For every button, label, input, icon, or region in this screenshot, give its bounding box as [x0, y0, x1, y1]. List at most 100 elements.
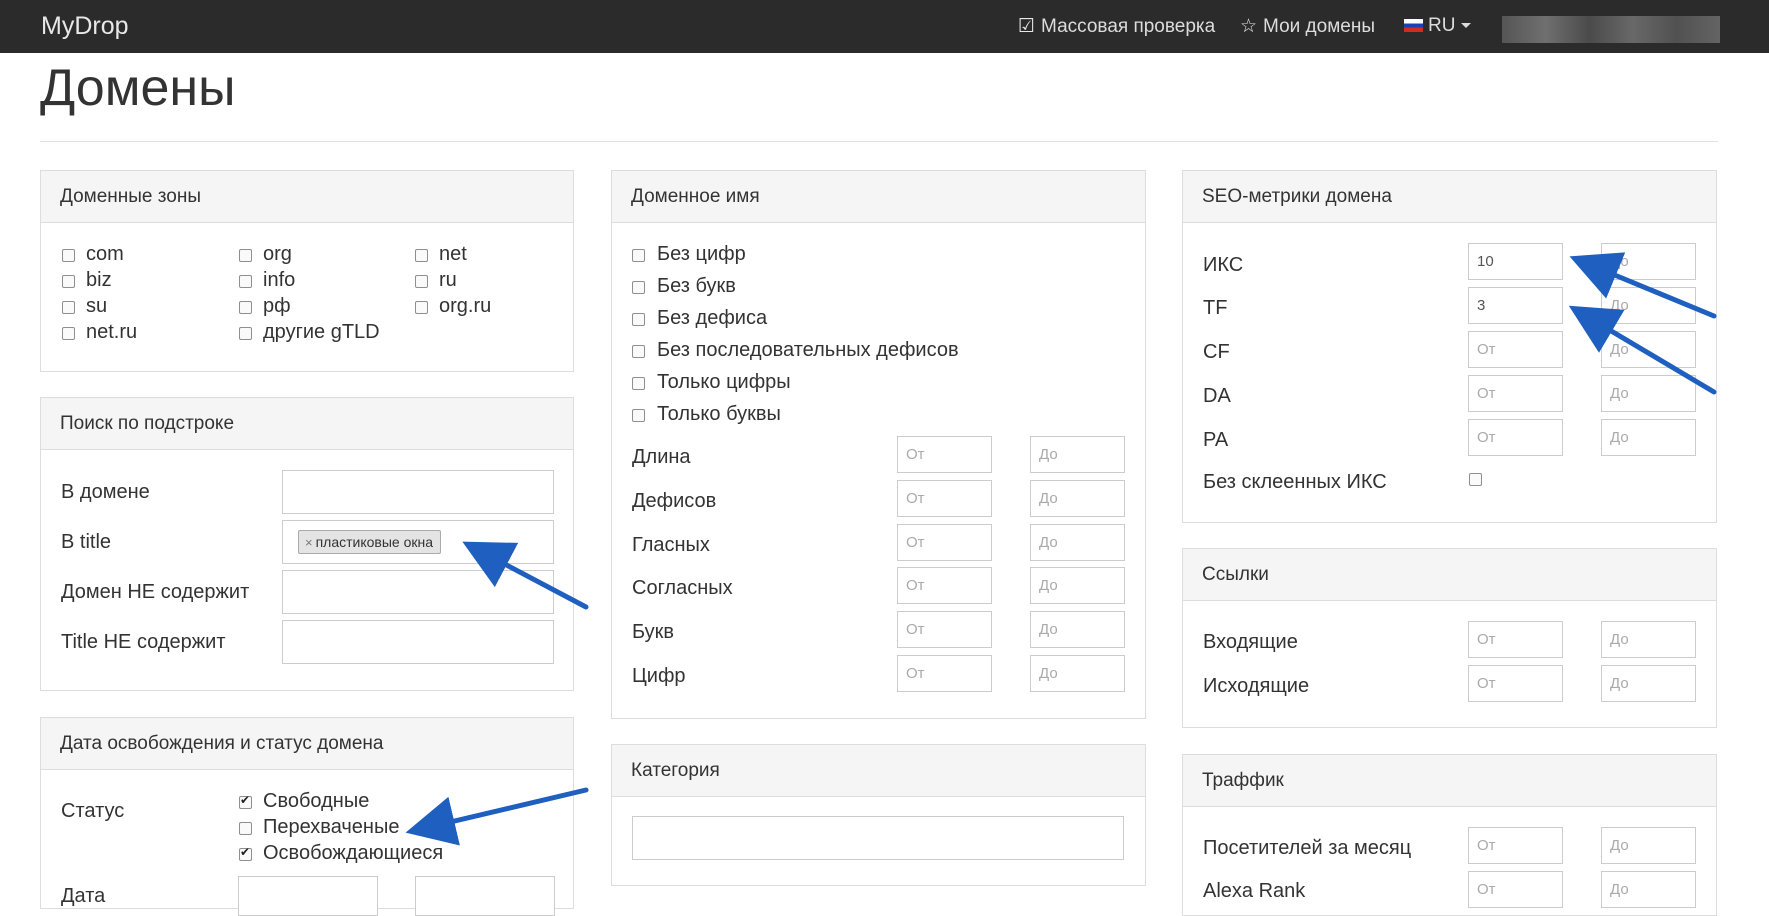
no-glued-checkbox[interactable]: [1469, 473, 1482, 486]
pa-from-input[interactable]: От: [1468, 419, 1563, 456]
zone-checkbox-com[interactable]: [62, 249, 75, 262]
cf-from-input[interactable]: От: [1468, 331, 1563, 368]
seo-panel: SEO-метрики домена ИКС 10 До TF 3 До CF …: [1182, 170, 1717, 523]
tf-from-value: 3: [1477, 297, 1486, 314]
da-to-input[interactable]: До: [1601, 375, 1696, 412]
pa-to-input[interactable]: До: [1601, 419, 1696, 456]
visitors-from-placeholder: От: [1477, 837, 1496, 854]
letters-from-placeholder: От: [906, 621, 925, 638]
zone-checkbox-net[interactable]: [415, 249, 428, 262]
incoming-label: Входящие: [1203, 631, 1298, 653]
tag-remove-icon[interactable]: ×: [305, 535, 313, 550]
vowels-from-input[interactable]: От: [897, 524, 992, 561]
digits-to-input[interactable]: До: [1030, 655, 1125, 692]
title-not-input[interactable]: [282, 620, 554, 664]
consonants-to-input[interactable]: До: [1030, 567, 1125, 604]
length-from-placeholder: От: [906, 446, 925, 463]
outgoing-from-input[interactable]: От: [1468, 665, 1563, 702]
my-domains-label: Мои домены: [1263, 16, 1375, 37]
digits-from-input[interactable]: От: [897, 655, 992, 692]
in-title-label: В title: [61, 531, 112, 553]
consonants-from-input[interactable]: От: [897, 567, 992, 604]
status-checkbox-caught[interactable]: [239, 822, 252, 835]
in-domain-input[interactable]: [282, 470, 554, 514]
iks-to-input[interactable]: До: [1601, 243, 1696, 280]
incoming-to-input[interactable]: До: [1601, 621, 1696, 658]
divider: [40, 141, 1718, 142]
mass-check-link[interactable]: ☑ Массовая проверка: [1018, 15, 1215, 38]
status-checkbox-free[interactable]: [239, 793, 252, 809]
zone-checkbox-biz[interactable]: [62, 275, 75, 288]
domain-name-panel-title: Доменное имя: [612, 171, 1145, 223]
my-domains-link[interactable]: ☆ Мои домены: [1240, 15, 1375, 38]
iks-from-input[interactable]: 10: [1468, 243, 1563, 280]
hyphens-to-input[interactable]: До: [1030, 480, 1125, 517]
incoming-from-input[interactable]: От: [1468, 621, 1563, 658]
letters-to-input[interactable]: До: [1030, 611, 1125, 648]
domain-not-input[interactable]: [282, 570, 554, 614]
title-not-label: Title НЕ содержит: [61, 631, 226, 653]
length-from-input[interactable]: От: [897, 436, 992, 473]
date-from-input[interactable]: [238, 876, 378, 916]
caret-down-icon: [1461, 23, 1472, 28]
no-glued-label: Без склеенных ИКС: [1203, 471, 1387, 493]
domain-name-panel: Доменное имя Без цифр Без букв Без дефис…: [611, 170, 1146, 719]
length-to-placeholder: До: [1039, 446, 1058, 463]
da-from-input[interactable]: От: [1468, 375, 1563, 412]
cf-to-input[interactable]: До: [1601, 331, 1696, 368]
visitors-label: Посетителей за месяц: [1203, 837, 1412, 859]
da-label: DA: [1203, 385, 1231, 407]
date-to-input[interactable]: [415, 876, 555, 916]
incoming-to-placeholder: До: [1610, 631, 1629, 648]
check-square-icon: ☑: [1018, 16, 1036, 37]
da-from-placeholder: От: [1477, 385, 1496, 402]
brand-logo[interactable]: MyDrop: [41, 12, 129, 41]
digits-label: Цифр: [632, 665, 686, 687]
consonants-from-placeholder: От: [906, 577, 925, 594]
zone-checkbox-su[interactable]: [62, 301, 75, 314]
hyphens-from-input[interactable]: От: [897, 480, 992, 517]
hyphens-to-placeholder: До: [1039, 490, 1058, 507]
incoming-from-placeholder: От: [1477, 631, 1496, 648]
traffic-panel-title: Траффик: [1183, 755, 1716, 807]
length-to-input[interactable]: До: [1030, 436, 1125, 473]
letters-from-input[interactable]: От: [897, 611, 992, 648]
star-icon: ☆: [1240, 16, 1258, 37]
zone-checkbox-other[interactable]: [239, 327, 252, 340]
zone-checkbox-org[interactable]: [239, 249, 252, 262]
user-account-menu[interactable]: [1502, 16, 1720, 43]
vowels-to-input[interactable]: До: [1030, 524, 1125, 561]
name-checkbox-no-digits[interactable]: [632, 249, 645, 262]
name-checkbox-only-digits[interactable]: [632, 377, 645, 390]
category-select[interactable]: [632, 816, 1124, 860]
tf-to-input[interactable]: До: [1601, 287, 1696, 324]
zone-checkbox-netru[interactable]: [62, 327, 75, 340]
zone-checkbox-info[interactable]: [239, 275, 252, 288]
alexa-to-input[interactable]: До: [1601, 871, 1696, 908]
domain-not-label: Домен НЕ содержит: [61, 581, 250, 603]
status-checkbox-releasing[interactable]: [239, 845, 252, 861]
name-checkbox-only-letters[interactable]: [632, 409, 645, 422]
visitors-from-input[interactable]: От: [1468, 827, 1563, 864]
name-checkbox-no-letters[interactable]: [632, 281, 645, 294]
category-panel-title: Категория: [612, 745, 1145, 797]
vowels-label: Гласных: [632, 534, 710, 556]
name-checkbox-no-hyphen[interactable]: [632, 313, 645, 326]
visitors-to-input[interactable]: До: [1601, 827, 1696, 864]
name-label-no-seq-hyphens: Без последовательных дефисов: [657, 339, 959, 361]
zone-checkbox-rf[interactable]: [239, 301, 252, 314]
letters-to-placeholder: До: [1039, 621, 1058, 638]
name-checkbox-no-seq-hyphens[interactable]: [632, 345, 645, 358]
language-dropdown[interactable]: RU: [1404, 15, 1472, 37]
zone-checkbox-orgru[interactable]: [415, 301, 428, 314]
alexa-from-input[interactable]: От: [1468, 871, 1563, 908]
tf-from-input[interactable]: 3: [1468, 287, 1563, 324]
zone-label-net: net: [439, 243, 467, 265]
release-panel: Дата освобождения и статус домена Статус…: [40, 717, 574, 916]
status-label: Статус: [61, 800, 125, 822]
outgoing-to-placeholder: До: [1610, 675, 1629, 692]
pa-from-placeholder: От: [1477, 429, 1496, 446]
zone-checkbox-ru[interactable]: [415, 275, 428, 288]
in-title-input[interactable]: × пластиковые окна: [282, 520, 554, 564]
outgoing-to-input[interactable]: До: [1601, 665, 1696, 702]
